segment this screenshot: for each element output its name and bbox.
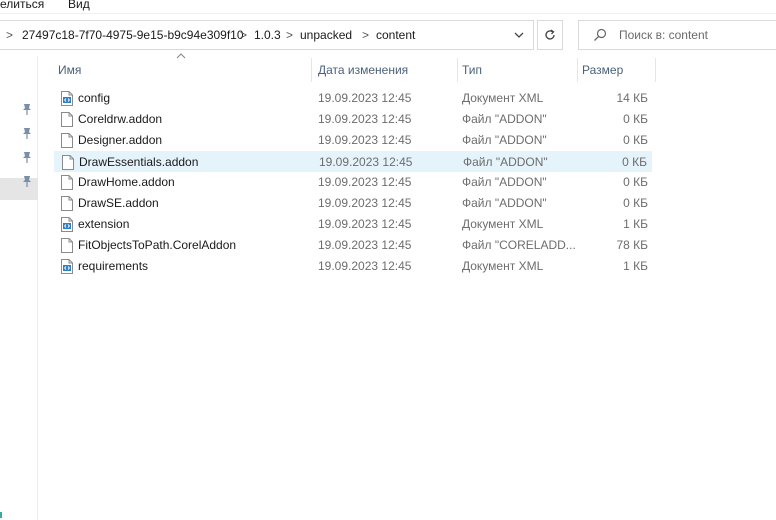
- file-size: 0 КБ: [623, 175, 648, 189]
- pin-icon[interactable]: [20, 174, 34, 188]
- file-row[interactable]: extension 19.09.2023 12:45 Документ XML 1 К…: [54, 214, 652, 235]
- file-size: 1 КБ: [623, 217, 648, 231]
- breadcrumb-item[interactable]: 27497c18-7f70-4975-9e15-b9c94e309f10: [22, 28, 244, 42]
- file-size: 1 КБ: [623, 259, 648, 273]
- blank-file-icon: [61, 175, 73, 190]
- file-date: 19.09.2023 12:45: [319, 155, 413, 169]
- blank-file-icon: [62, 155, 74, 170]
- file-type: Документ XML: [462, 217, 544, 231]
- file-type: Файл "ADDON": [462, 175, 547, 189]
- blank-file-icon: [61, 133, 73, 148]
- file-name[interactable]: DrawHome.addon: [78, 175, 175, 189]
- column-header-size[interactable]: Размер: [578, 58, 656, 82]
- search-input[interactable]: Поиск в: content: [619, 28, 708, 42]
- file-row[interactable]: FitObjectsToPath.CorelAddon 19.09.2023 12…: [54, 235, 652, 256]
- file-date: 19.09.2023 12:45: [318, 217, 412, 231]
- chevron-down-icon[interactable]: [512, 28, 526, 42]
- address-bar[interactable]: > 27497c18-7f70-4975-9e15-b9c94e309f10 >…: [0, 20, 534, 50]
- file-name[interactable]: config: [78, 91, 110, 105]
- file-row[interactable]: Coreldrw.addon 19.09.2023 12:45 Файл "ADDO…: [54, 109, 652, 130]
- view-tab[interactable]: Вид: [68, 0, 90, 11]
- breadcrumb-item[interactable]: content: [376, 28, 415, 42]
- column-header-name[interactable]: Имя: [54, 58, 312, 82]
- blank-file-icon: [61, 238, 73, 253]
- xml-file-icon: [61, 217, 73, 232]
- search-icon: [594, 28, 607, 41]
- file-size: 0 КБ: [622, 155, 647, 169]
- xml-file-icon: [61, 91, 73, 106]
- blank-file-icon: [61, 112, 73, 127]
- blank-file-icon: [61, 196, 73, 211]
- file-size: 78 КБ: [616, 238, 648, 252]
- breadcrumb-separator[interactable]: >: [240, 28, 247, 42]
- navigation-pane: [0, 56, 38, 520]
- breadcrumb-item[interactable]: unpacked: [300, 28, 352, 42]
- file-date: 19.09.2023 12:45: [318, 259, 412, 273]
- file-name[interactable]: requirements: [78, 259, 148, 273]
- pin-icon[interactable]: [20, 150, 34, 164]
- breadcrumb-item[interactable]: 1.0.3: [254, 28, 281, 42]
- file-name[interactable]: FitObjectsToPath.CorelAddon: [78, 238, 236, 252]
- file-date: 19.09.2023 12:45: [318, 196, 412, 210]
- file-row[interactable]: DrawHome.addon 19.09.2023 12:45 Файл "ADDO…: [54, 172, 652, 193]
- file-date: 19.09.2023 12:45: [318, 133, 412, 147]
- file-name[interactable]: DrawSE.addon: [78, 196, 159, 210]
- file-name[interactable]: extension: [78, 217, 129, 231]
- file-date: 19.09.2023 12:45: [318, 175, 412, 189]
- file-row[interactable]: DrawSE.addon 19.09.2023 12:45 Файл "ADDON"…: [54, 193, 652, 214]
- address-row: > 27497c18-7f70-4975-9e15-b9c94e309f10 >…: [0, 20, 776, 50]
- column-headers: Имя Дата изменения Тип Размер: [54, 53, 776, 82]
- refresh-icon: [545, 29, 555, 40]
- file-date: 19.09.2023 12:45: [318, 238, 412, 252]
- file-name[interactable]: Coreldrw.addon: [78, 112, 162, 126]
- file-type: Документ XML: [462, 91, 544, 105]
- file-size: 0 КБ: [623, 112, 648, 126]
- file-type: Файл "ADDON": [462, 112, 547, 126]
- pin-icon[interactable]: [20, 102, 34, 116]
- pin-icon[interactable]: [20, 126, 34, 140]
- ribbon-bar: елиться Вид: [0, 0, 776, 14]
- file-type: Документ XML: [462, 259, 544, 273]
- nav-scroll-marker: [0, 512, 2, 518]
- file-size: 0 КБ: [623, 196, 648, 210]
- file-row[interactable]: requirements 19.09.2023 12:45 Документ XML…: [54, 256, 652, 277]
- file-size: 14 КБ: [616, 91, 648, 105]
- file-row[interactable]: DrawEssentials.addon 19.09.2023 12:45 Файл…: [54, 151, 652, 172]
- breadcrumb-separator[interactable]: >: [362, 28, 369, 42]
- file-date: 19.09.2023 12:45: [318, 112, 412, 126]
- breadcrumb-separator[interactable]: >: [286, 28, 293, 42]
- breadcrumb-separator: >: [6, 28, 14, 42]
- refresh-button[interactable]: [537, 20, 563, 50]
- file-date: 19.09.2023 12:45: [318, 91, 412, 105]
- file-row[interactable]: config 19.09.2023 12:45 Документ XML 14 КБ: [54, 88, 652, 109]
- file-name[interactable]: Designer.addon: [78, 133, 162, 147]
- search-box[interactable]: Поиск в: content: [578, 20, 776, 50]
- column-header-date[interactable]: Дата изменения: [314, 58, 458, 82]
- file-size: 0 КБ: [623, 133, 648, 147]
- file-type: Файл "ADDON": [462, 133, 547, 147]
- column-header-type[interactable]: Тип: [458, 58, 578, 82]
- file-type: Файл "ADDON": [463, 155, 548, 169]
- share-tab[interactable]: елиться: [0, 0, 44, 11]
- file-row[interactable]: Designer.addon 19.09.2023 12:45 Файл "ADDO…: [54, 130, 652, 151]
- file-type: Файл "ADDON": [462, 196, 547, 210]
- file-type: Файл "CORELADD...: [462, 238, 576, 252]
- file-name[interactable]: DrawEssentials.addon: [79, 155, 198, 169]
- xml-file-icon: [61, 259, 73, 274]
